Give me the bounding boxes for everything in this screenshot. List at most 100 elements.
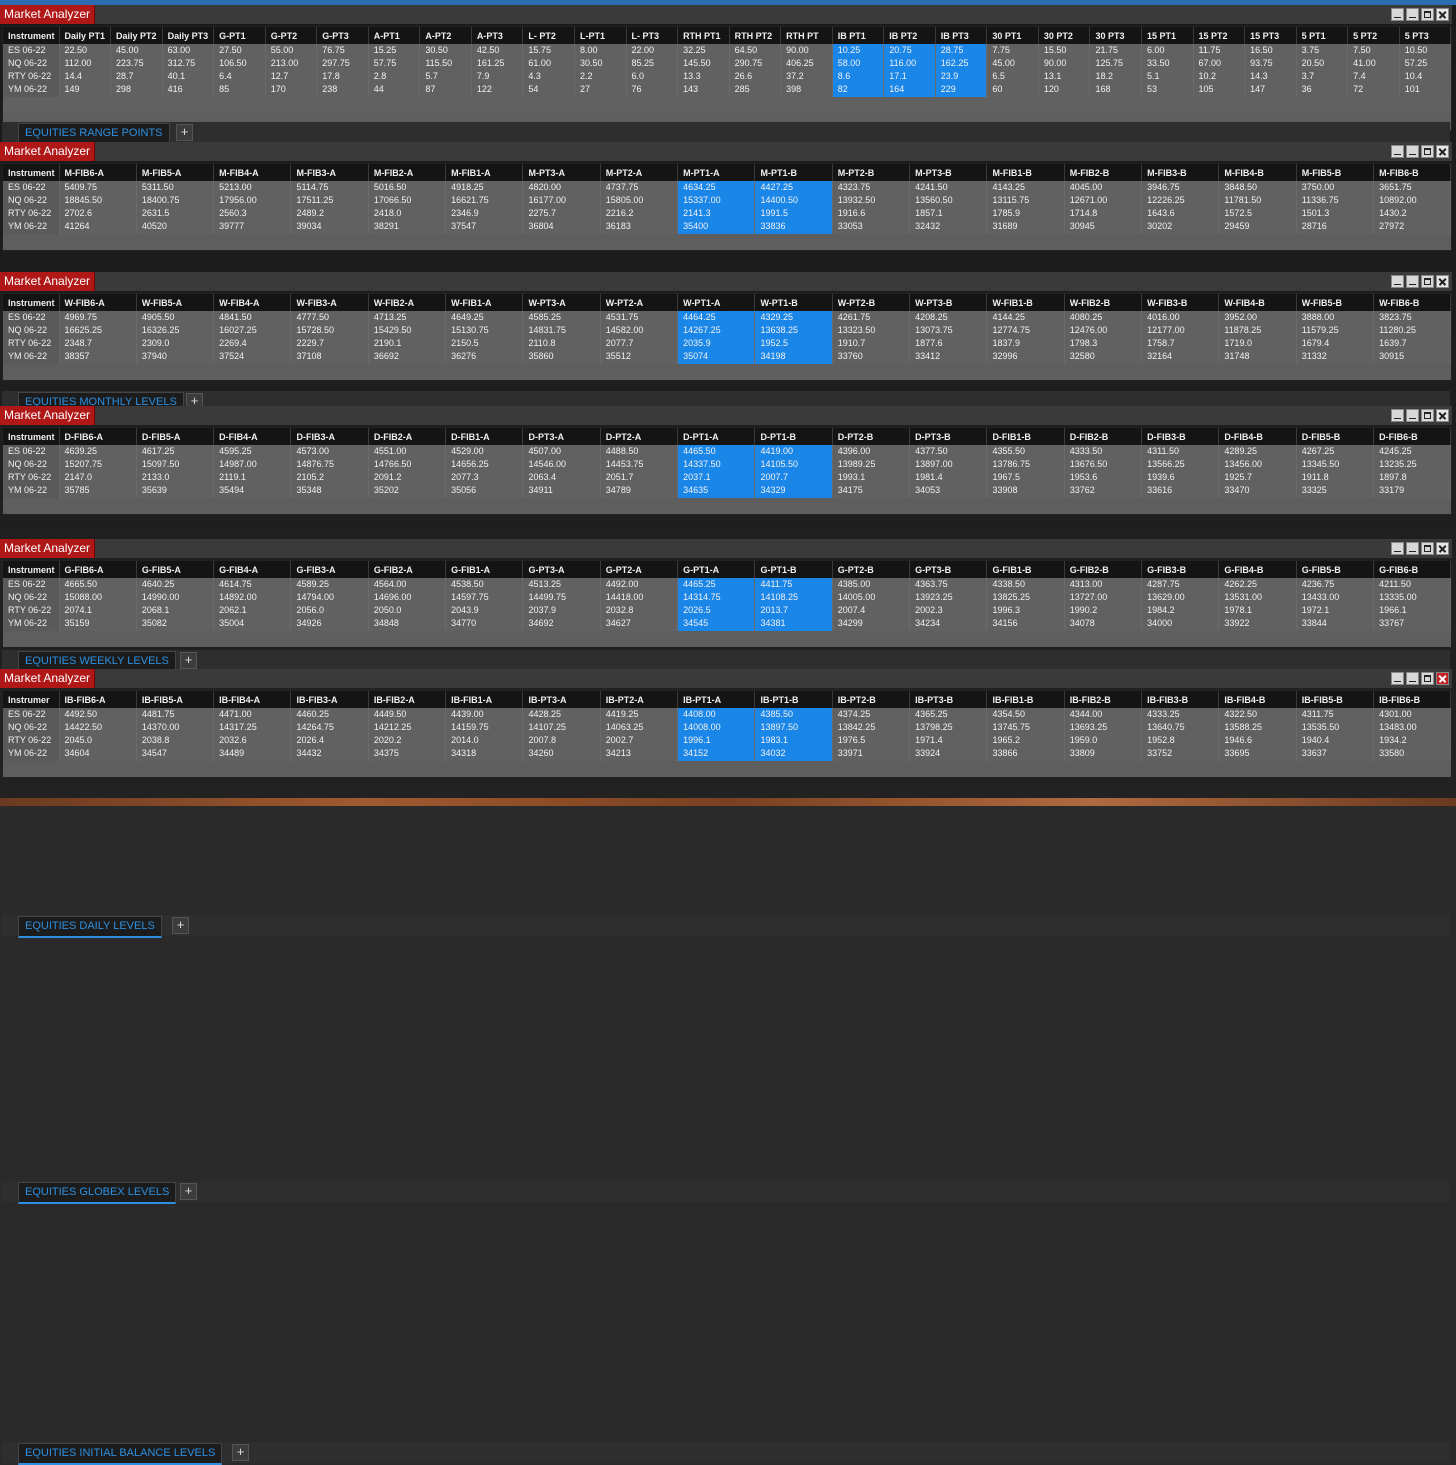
level-cell[interactable]: 45.00	[986, 57, 1039, 70]
level-cell[interactable]: 14582.00	[600, 324, 679, 337]
column-header[interactable]: M-FIB4-B	[1218, 164, 1297, 181]
level-cell[interactable]: 34545	[677, 617, 756, 631]
level-cell[interactable]: 14105.50	[754, 458, 833, 471]
column-header[interactable]: D-FIB2-B	[1064, 428, 1143, 445]
maximize-icon[interactable]	[1421, 8, 1434, 21]
level-cell[interactable]: 13073.75	[909, 324, 988, 337]
level-cell[interactable]: 4614.75	[213, 578, 292, 591]
level-cell[interactable]: 28.7	[110, 70, 163, 83]
level-cell[interactable]: 35860	[522, 350, 601, 364]
instrument-row[interactable]: RTY 06-22 2147.0 2133.0 2119.1 2105.2 2091.2 2…	[3, 471, 1452, 484]
column-header[interactable]: W-PT3-B	[909, 294, 988, 311]
column-header[interactable]: D-FIB5-B	[1296, 428, 1375, 445]
level-cell[interactable]: 8.00	[574, 44, 627, 57]
level-cell[interactable]: 4354.50	[986, 708, 1065, 721]
level-cell[interactable]: 2007.7	[754, 471, 833, 484]
level-cell[interactable]: 13693.25	[1064, 721, 1143, 734]
level-cell[interactable]: 13566.25	[1141, 458, 1220, 471]
level-cell[interactable]: 34432	[290, 747, 369, 761]
level-cell[interactable]: 32164	[1141, 350, 1220, 364]
level-cell[interactable]: 15.50	[1038, 44, 1091, 57]
level-cell[interactable]: 4918.25	[445, 181, 524, 194]
level-cell[interactable]: 4241.50	[909, 181, 988, 194]
instrument-row[interactable]: YM 06-22 41264 40520 39777 39034 38291 37547 36…	[3, 220, 1452, 234]
level-cell[interactable]: 42.50	[471, 44, 524, 57]
instrument-row[interactable]: YM 06-22 149 298 416 85 170 238 44 87 122 54 27 76 14…	[3, 83, 1452, 97]
level-cell[interactable]: 33971	[832, 747, 911, 761]
level-cell[interactable]: 1976.5	[832, 734, 911, 747]
column-header[interactable]: M-FIB5-A	[136, 164, 215, 181]
level-cell[interactable]: 4595.25	[213, 445, 292, 458]
level-cell[interactable]: 14831.75	[522, 324, 601, 337]
level-cell[interactable]: 4374.25	[832, 708, 911, 721]
level-cell[interactable]: 64.50	[729, 44, 782, 57]
column-header[interactable]: D-PT3-A	[522, 428, 601, 445]
level-cell[interactable]: 4262.25	[1218, 578, 1297, 591]
level-cell[interactable]: 2035.9	[677, 337, 756, 350]
level-cell[interactable]: 6.5	[986, 70, 1039, 83]
restore-icon[interactable]	[1406, 542, 1419, 555]
column-header[interactable]: 30 PT1	[986, 27, 1039, 44]
column-header[interactable]: W-FIB3-A	[290, 294, 369, 311]
column-header[interactable]: IB-PT3-B	[909, 691, 988, 708]
level-cell[interactable]: 33836	[754, 220, 833, 234]
level-cell[interactable]: 1877.6	[909, 337, 988, 350]
level-cell[interactable]: 3946.75	[1141, 181, 1220, 194]
level-cell[interactable]: 14314.75	[677, 591, 756, 604]
level-cell[interactable]: 36276	[445, 350, 524, 364]
level-cell[interactable]: 4.3	[522, 70, 575, 83]
level-cell[interactable]: 14794.00	[290, 591, 369, 604]
level-cell[interactable]: 4311.75	[1296, 708, 1375, 721]
level-cell[interactable]: 4363.75	[909, 578, 988, 591]
instrument-cell[interactable]: ES 06-22	[3, 578, 60, 591]
column-header[interactable]: W-FIB2-A	[368, 294, 447, 311]
column-header[interactable]: IB-FIB4-B	[1218, 691, 1297, 708]
level-cell[interactable]: 4585.25	[522, 311, 601, 324]
level-cell[interactable]: 1639.7	[1373, 337, 1452, 350]
level-cell[interactable]: 4322.50	[1218, 708, 1297, 721]
column-header[interactable]: IB-FIB3-A	[290, 691, 369, 708]
column-header[interactable]: D-PT1-A	[677, 428, 756, 445]
level-cell[interactable]: 4471.00	[213, 708, 292, 721]
level-cell[interactable]: 4144.25	[986, 311, 1065, 324]
level-cell[interactable]: 61.00	[522, 57, 575, 70]
level-cell[interactable]: 164	[883, 83, 936, 97]
level-cell[interactable]: 34156	[986, 617, 1065, 631]
level-cell[interactable]: 4289.25	[1218, 445, 1297, 458]
level-cell[interactable]: 36	[1296, 83, 1349, 97]
level-cell[interactable]: 1940.4	[1296, 734, 1375, 747]
level-cell[interactable]: 4449.50	[368, 708, 447, 721]
level-cell[interactable]: 2141.3	[677, 207, 756, 220]
level-cell[interactable]: 34489	[213, 747, 292, 761]
level-cell[interactable]: 1572.5	[1218, 207, 1297, 220]
level-cell[interactable]: 36692	[368, 350, 447, 364]
level-cell[interactable]: 35004	[213, 617, 292, 631]
level-cell[interactable]: 26.6	[729, 70, 782, 83]
level-cell[interactable]: 2051.7	[600, 471, 679, 484]
maximize-icon[interactable]	[1421, 409, 1434, 422]
column-header[interactable]: M-FIB4-A	[213, 164, 292, 181]
panel-title-bar[interactable]: Market Analyzer	[0, 5, 1452, 24]
level-cell[interactable]: 33470	[1218, 484, 1297, 498]
level-cell[interactable]: 13745.75	[986, 721, 1065, 734]
level-cell[interactable]: 1990.2	[1064, 604, 1143, 617]
column-header[interactable]: W-FIB5-A	[136, 294, 215, 311]
level-cell[interactable]: 12476.00	[1064, 324, 1143, 337]
level-cell[interactable]: 10.25	[832, 44, 885, 57]
column-header[interactable]: D-FIB1-B	[986, 428, 1065, 445]
level-cell[interactable]: 12671.00	[1064, 194, 1143, 207]
level-cell[interactable]: 14159.75	[445, 721, 524, 734]
level-cell[interactable]: 1965.2	[986, 734, 1065, 747]
level-cell[interactable]: 30945	[1064, 220, 1143, 234]
column-header[interactable]: D-PT2-B	[832, 428, 911, 445]
level-cell[interactable]: 18400.75	[136, 194, 215, 207]
column-header[interactable]: G-FIB2-A	[368, 561, 447, 578]
column-header[interactable]: W-FIB3-B	[1141, 294, 1220, 311]
column-header[interactable]: G-FIB6-B	[1373, 561, 1452, 578]
level-cell[interactable]: 20.50	[1296, 57, 1349, 70]
level-cell[interactable]: 13560.50	[909, 194, 988, 207]
level-cell[interactable]: 4333.25	[1141, 708, 1220, 721]
level-cell[interactable]: 14453.75	[600, 458, 679, 471]
level-cell[interactable]: 37108	[290, 350, 369, 364]
level-cell[interactable]: 4211.50	[1373, 578, 1452, 591]
